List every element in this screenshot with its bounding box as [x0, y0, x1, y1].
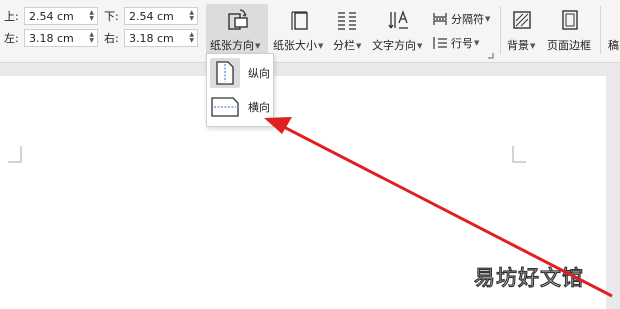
margin-top-stepper[interactable]: ▲ ▼ [89, 10, 94, 22]
margin-left-stepper[interactable]: ▲ ▼ [89, 32, 94, 44]
chevron-down-icon: ▼ [318, 42, 324, 50]
margin-bottom-value: 2.54 cm [129, 9, 174, 23]
margin-right-stepper[interactable]: ▲ ▼ [189, 32, 194, 44]
margin-bottom-label: 下: [104, 10, 119, 23]
chevron-down-icon: ▼ [530, 42, 536, 50]
columns-button[interactable]: 分栏▼ [330, 0, 364, 60]
line-number-button[interactable]: 行号 ▼ [432, 35, 479, 51]
margin-right-input[interactable]: 3.18 cm ▲ ▼ [124, 29, 198, 47]
margin-right-value: 3.18 cm [129, 31, 174, 45]
margin-right-label: 右: [104, 32, 119, 45]
portrait-page-icon [210, 58, 240, 88]
line-number-label: 行号 [451, 37, 473, 50]
background-button[interactable]: 背景▼ [504, 0, 540, 60]
ribbon-divider [600, 6, 601, 54]
text-direction-button[interactable]: 文字方向▼ [370, 0, 428, 60]
chevron-down-icon: ▼ [485, 15, 491, 23]
page-layout-ribbon: 上: 2.54 cm ▲ ▼ 下: 2.54 cm ▲ ▼ 左: 3.18 cm ▲… [0, 0, 620, 63]
draft-label[interactable]: 稿 [608, 37, 619, 53]
text-direction-label: 文字方向 [372, 39, 416, 52]
background-label: 背景 [507, 39, 529, 52]
columns-icon [338, 12, 356, 30]
margin-top-label: 上: [4, 10, 19, 23]
margin-left-value: 3.18 cm [29, 31, 74, 45]
paper-size-label: 纸张大小 [273, 39, 317, 52]
orientation-icon [228, 9, 248, 30]
text-direction-icon [388, 10, 408, 29]
margin-top-input[interactable]: 2.54 cm ▲ ▼ [24, 7, 98, 25]
chevron-down-icon: ▼ [417, 42, 423, 50]
chevron-down-icon: ▼ [255, 42, 261, 50]
orientation-landscape-option[interactable]: 横向 [210, 91, 270, 123]
margin-left-input[interactable]: 3.18 cm ▲ ▼ [24, 29, 98, 47]
orientation-portrait-option[interactable]: 纵向 [210, 57, 270, 89]
page-border-icon [562, 10, 578, 30]
separator-button[interactable]: 分隔符 ▼ [432, 11, 490, 27]
margin-bottom-input[interactable]: 2.54 cm ▲ ▼ [124, 7, 198, 25]
separator-icon [433, 13, 447, 25]
orientation-landscape-label: 横向 [248, 101, 270, 114]
margin-bottom-stepper[interactable]: ▲ ▼ [189, 10, 194, 22]
columns-label: 分栏 [333, 39, 355, 52]
dialog-launcher-icon[interactable] [488, 53, 494, 59]
page-border-button[interactable]: 页面边框 [544, 0, 596, 60]
background-icon [513, 11, 531, 29]
orientation-dropdown: 纵向 横向 [206, 53, 274, 127]
margin-left-label: 左: [4, 32, 19, 45]
paper-orientation-button[interactable]: 纸张方向▼ [206, 4, 268, 54]
separator-label: 分隔符 [451, 13, 484, 26]
ribbon-divider [500, 6, 501, 54]
paper-size-button[interactable]: 纸张大小▼ [272, 0, 328, 60]
margin-top-value: 2.54 cm [29, 9, 74, 23]
page-border-label: 页面边框 [547, 39, 591, 52]
chevron-down-icon: ▼ [356, 42, 362, 50]
landscape-page-icon [210, 92, 240, 122]
orientation-portrait-label: 纵向 [248, 67, 270, 80]
watermark-text: 易坊好文馆 [473, 265, 584, 290]
paper-size-icon [291, 11, 308, 30]
line-number-icon [433, 37, 447, 49]
chevron-down-icon: ▼ [474, 39, 480, 47]
paper-orientation-label: 纸张方向 [210, 39, 254, 52]
